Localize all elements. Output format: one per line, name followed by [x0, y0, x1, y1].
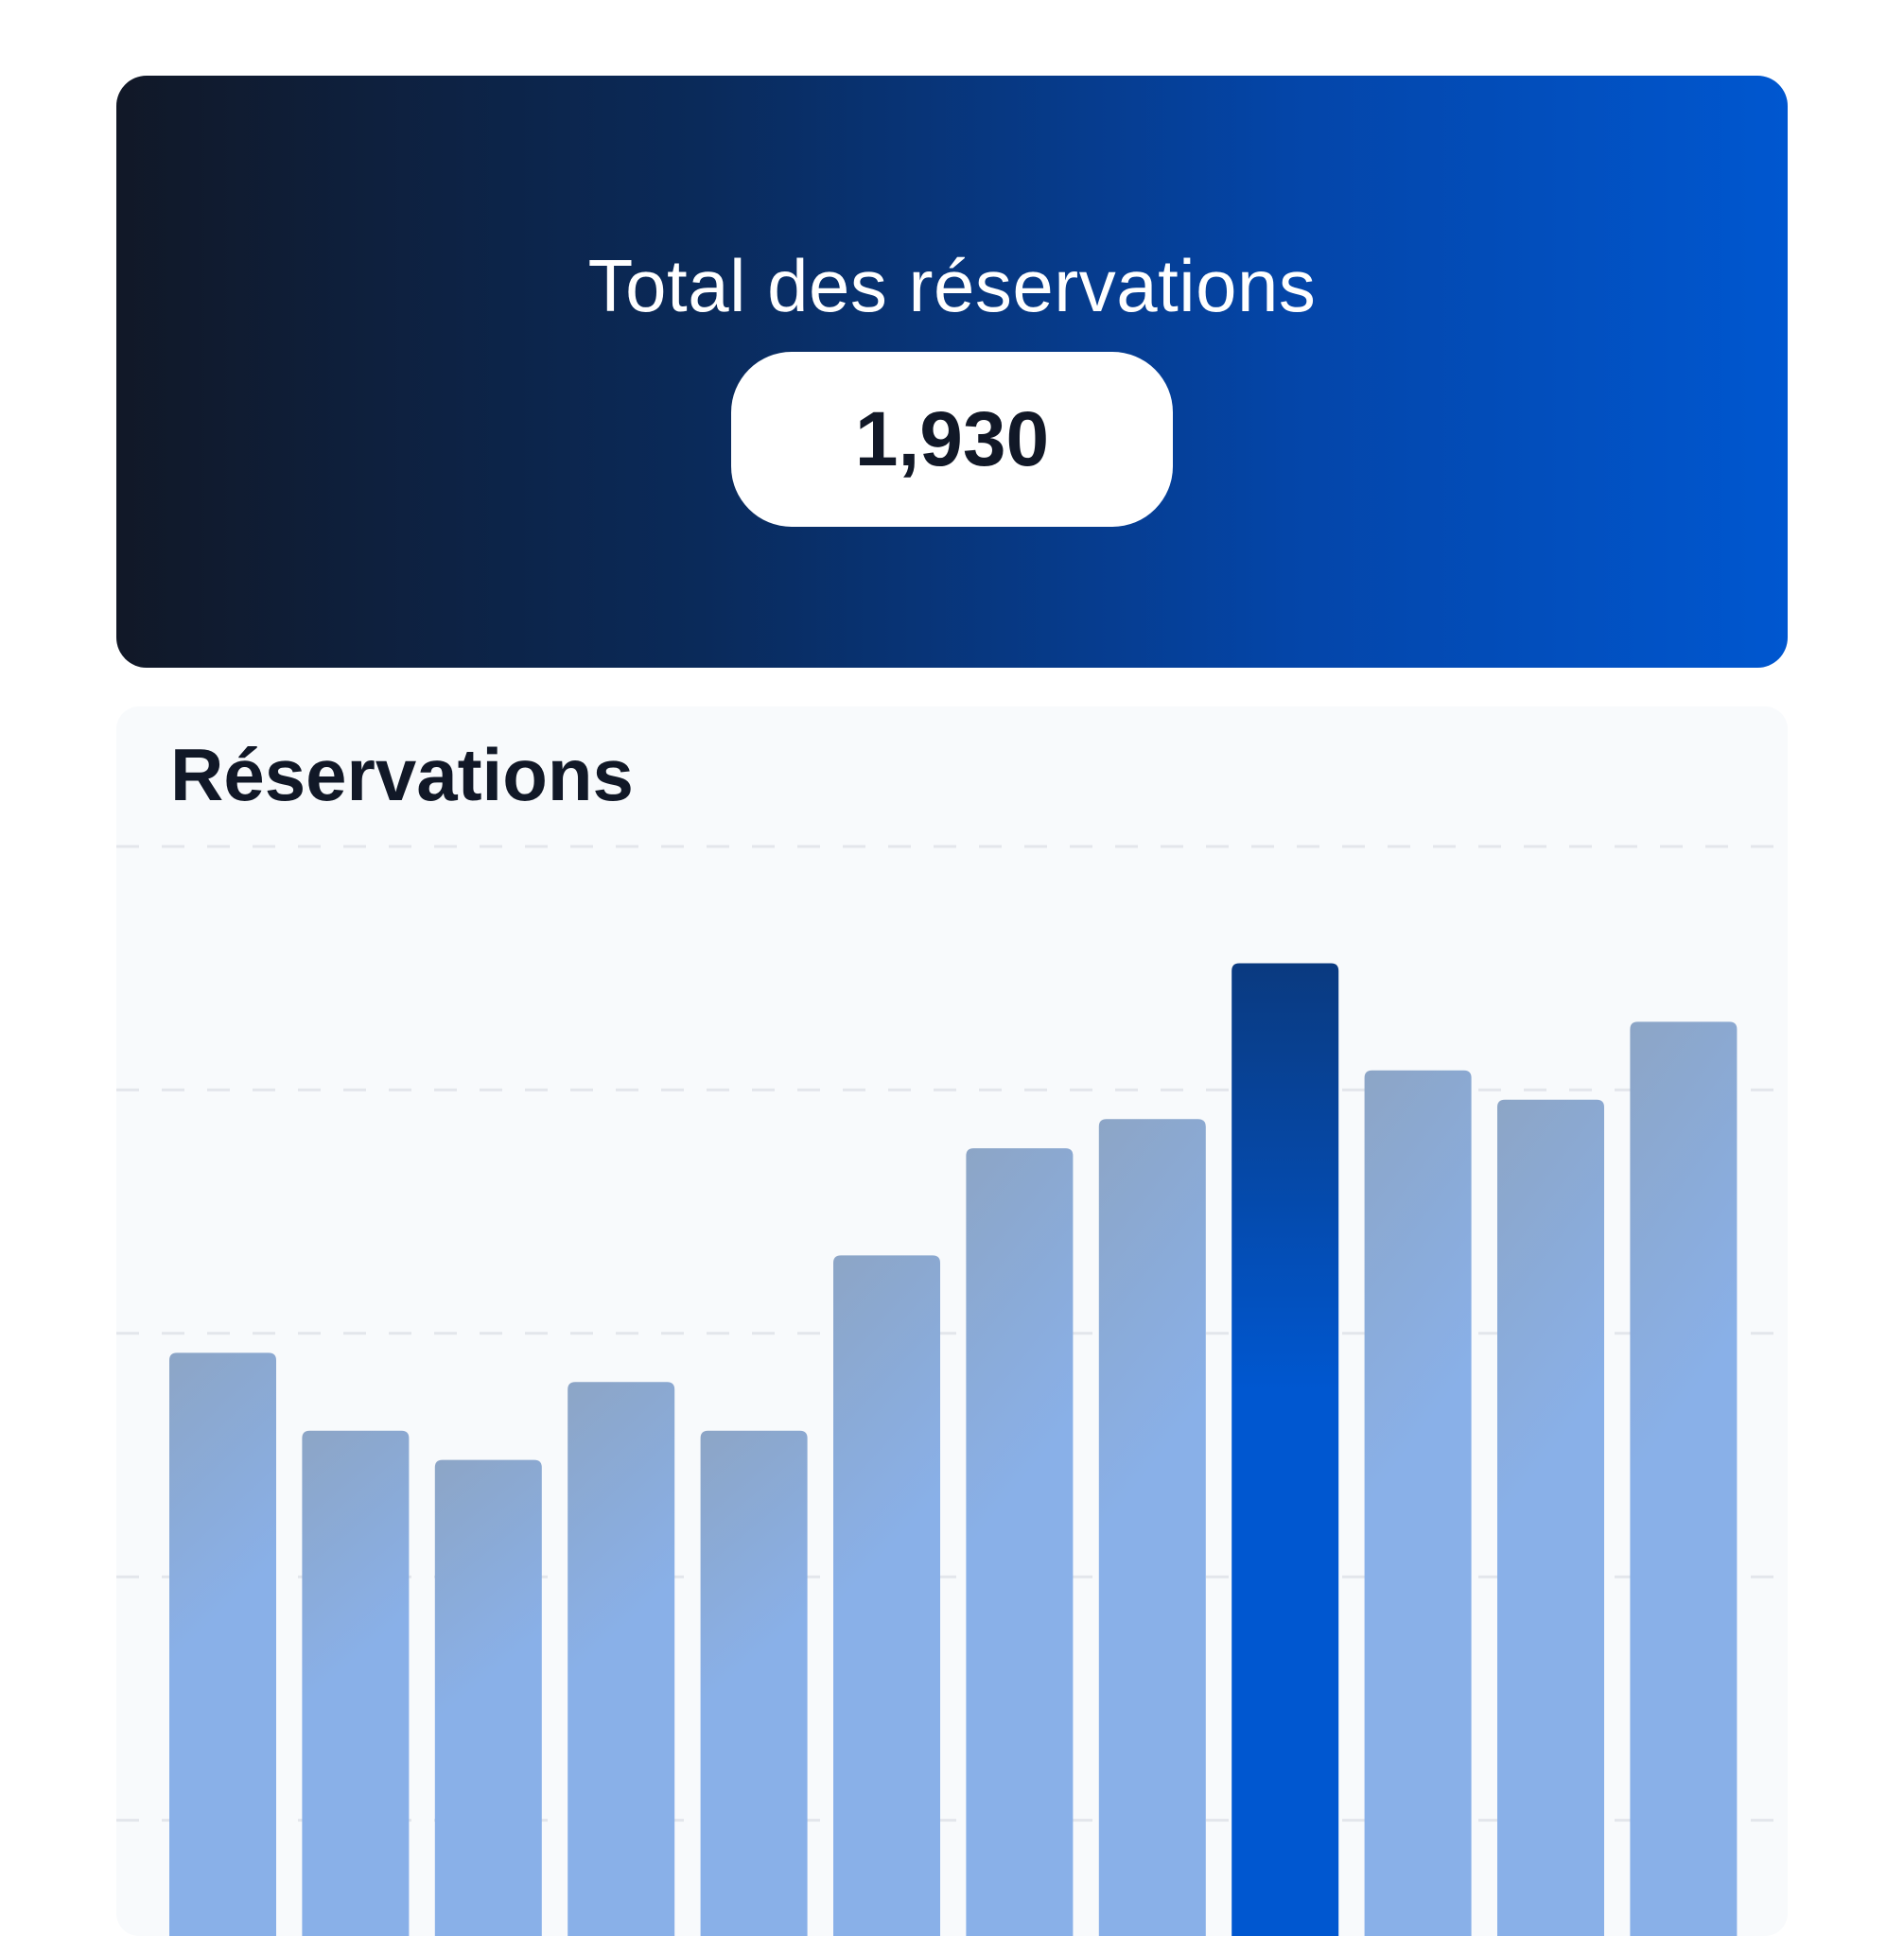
bar[interactable] — [169, 1352, 276, 1936]
bar[interactable] — [1098, 1119, 1206, 1936]
bar-highlighted[interactable] — [1231, 963, 1339, 1936]
bar[interactable] — [833, 1255, 940, 1936]
bar[interactable] — [1630, 1021, 1738, 1936]
reservations-bar-chart — [116, 845, 1788, 1936]
bar[interactable] — [1497, 1099, 1604, 1936]
bar[interactable] — [1364, 1070, 1472, 1936]
bar[interactable] — [966, 1148, 1074, 1936]
bar[interactable] — [302, 1430, 410, 1936]
reservations-chart-card: Réservations — [116, 706, 1788, 1936]
total-reservations-badge: 1,930 — [731, 352, 1173, 527]
bar[interactable] — [434, 1459, 542, 1936]
total-reservations-title: Total des réservations — [587, 244, 1317, 327]
total-reservations-card: Total des réservations 1,930 — [116, 76, 1788, 668]
bar[interactable] — [568, 1382, 675, 1936]
bar[interactable] — [700, 1430, 808, 1936]
total-reservations-value: 1,930 — [854, 395, 1050, 482]
